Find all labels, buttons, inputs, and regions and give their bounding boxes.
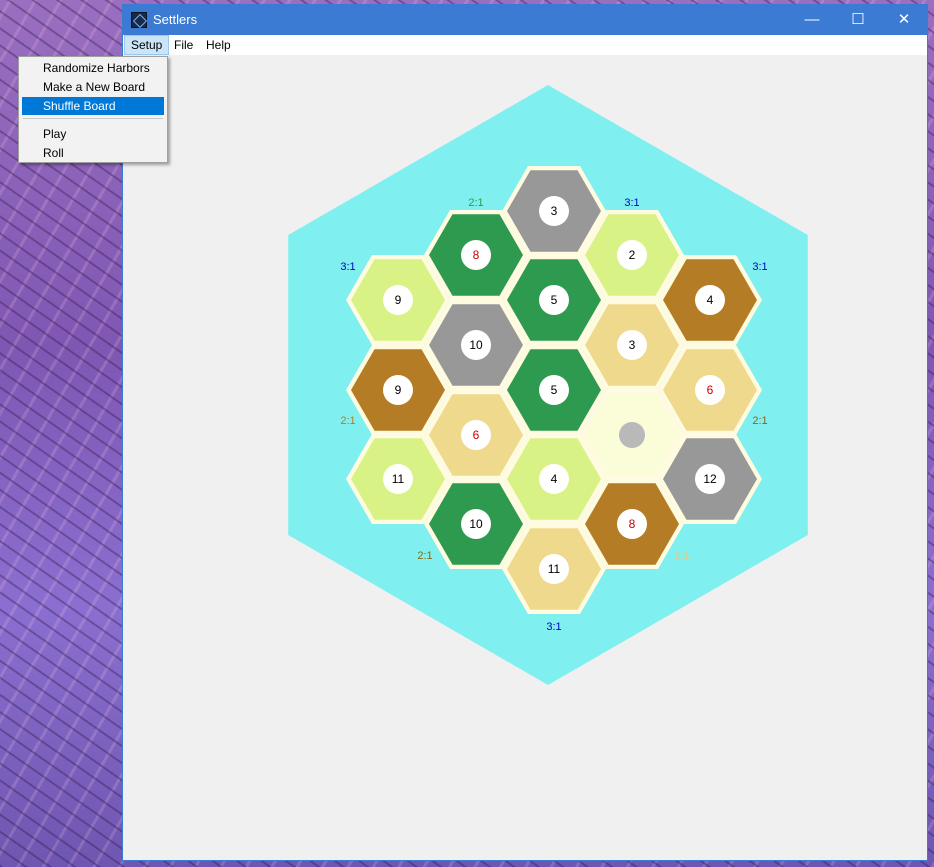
number-token-label: 12 (703, 472, 717, 486)
harbor-label: 3:1 (624, 197, 639, 209)
number-token-label: 5 (551, 383, 558, 397)
harbor-label: 3:1 (752, 261, 767, 273)
number-token-label: 6 (707, 383, 714, 397)
menu-item-roll[interactable]: Roll (22, 144, 164, 162)
setup-dropdown-menu: Randomize Harbors Make a New Board Shuff… (18, 56, 168, 163)
menu-item-shuffle-board[interactable]: Shuffle Board (22, 97, 164, 115)
number-token-label: 11 (392, 472, 405, 486)
menu-separator (23, 118, 163, 119)
number-token-label: 4 (551, 472, 558, 486)
harbor-label: 2:1 (417, 550, 432, 562)
number-token-label: 9 (395, 293, 402, 307)
harbor-label: 2:1 (340, 415, 355, 427)
harbor-label: 3:1 (340, 261, 355, 273)
harbor-label: 2:1 (468, 197, 483, 209)
number-token-label: 6 (473, 428, 480, 442)
number-token-label: 10 (469, 517, 483, 531)
harbor-label: 2:1 (674, 550, 689, 562)
number-token-label: 3 (629, 338, 636, 352)
number-token-label: 8 (473, 248, 480, 262)
number-token-label: 10 (469, 338, 483, 352)
number-token-label: 3 (551, 204, 558, 218)
number-token-label: 2 (629, 248, 636, 262)
number-token-label: 11 (548, 562, 561, 576)
number-token-label: 8 (629, 517, 636, 531)
number-token-label: 4 (707, 293, 714, 307)
harbor-label: 2:1 (752, 415, 767, 427)
robber-token (619, 422, 645, 448)
harbor-label: 3:1 (546, 621, 561, 633)
menu-item-make-new-board[interactable]: Make a New Board (22, 78, 164, 96)
menu-item-play[interactable]: Play (22, 125, 164, 143)
number-token-label: 9 (395, 383, 402, 397)
number-token-label: 5 (551, 293, 558, 307)
menu-item-randomize-harbors[interactable]: Randomize Harbors (22, 59, 164, 77)
